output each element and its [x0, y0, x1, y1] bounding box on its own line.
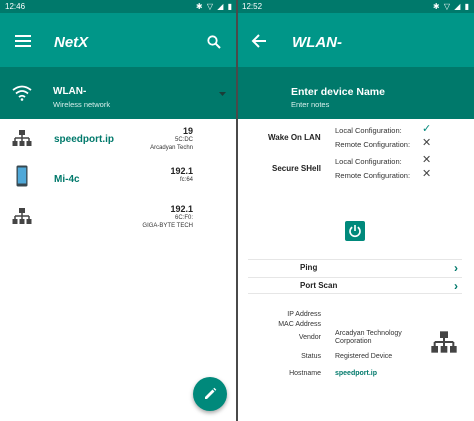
smartphone-icon — [15, 164, 29, 188]
device-name: speedport.ip — [54, 134, 115, 145]
network-type: Wireless network — [53, 100, 111, 109]
ping-row[interactable]: Ping › — [248, 259, 462, 276]
close-icon[interactable]: ✕ — [422, 167, 431, 180]
device-info: 192.1 6C:F0: GIGA-BYTE TECH — [142, 204, 193, 230]
hostname-label: Hostname — [289, 370, 321, 377]
ping-label: Ping — [300, 263, 318, 272]
app-title: NetX — [54, 34, 89, 51]
close-icon[interactable]: ✕ — [422, 136, 431, 149]
device-vendor: Arcadyan Techn — [150, 145, 193, 151]
dropdown-arrow-icon[interactable] — [217, 90, 227, 98]
port-scan-row[interactable]: Port Scan › — [248, 277, 462, 294]
notes-input[interactable]: Enter notes — [291, 100, 329, 109]
device-mac: 5C:DC — [174, 137, 193, 143]
device-list: speedport.ip 19 5C:DC Arcadyan Techn Mi-… — [0, 119, 237, 421]
pencil-icon — [203, 387, 217, 401]
local-config-label: Local Configuration: — [335, 126, 402, 135]
app-toolbar: NetX — [0, 13, 237, 67]
wifi-icon — [12, 84, 32, 102]
chevron-right-icon: › — [454, 261, 458, 275]
device-ip: 19 — [182, 126, 193, 136]
vendor-value: Arcadyan Technology Corporation — [335, 330, 402, 345]
device-row-3[interactable]: 192.1 6C:F0: GIGA-BYTE TECH — [0, 199, 237, 235]
back-arrow-icon[interactable] — [250, 33, 268, 49]
status-label: Status — [301, 353, 321, 360]
remote-config-label: Remote Configuration: — [335, 171, 411, 180]
network-hub-icon — [11, 205, 33, 227]
device-row-2[interactable]: Mi-4c 192.1 fc:64 — [0, 161, 237, 197]
close-icon[interactable]: ✕ — [422, 153, 431, 166]
menu-icon[interactable] — [14, 33, 32, 49]
status-icons: ✱ ▽ ◢ ▮ — [432, 2, 470, 11]
feature-label-ssh: Secure SHell — [272, 164, 321, 173]
detail-toolbar: WLAN- — [237, 13, 474, 67]
device-name: Mi-4c — [54, 174, 80, 185]
device-info: 19 5C:DC Arcadyan Techn — [150, 126, 193, 152]
status-bar-left: 12:46 ✱ ▽ ◢ ▮ — [0, 0, 237, 13]
device-info: 192.1 fc:64 — [170, 166, 193, 184]
status-icons: ✱ ▽ ◢ ▮ — [195, 2, 233, 11]
power-icon — [348, 224, 362, 238]
network-hub-icon — [11, 127, 33, 149]
device-mac: 6C:F0: — [174, 215, 193, 221]
device-name-header: Enter device Name Enter notes — [237, 67, 474, 119]
screen-title: WLAN- — [292, 34, 342, 51]
device-mac: fc:64 — [179, 177, 193, 183]
mac-address-label: MAC Address — [278, 321, 321, 328]
device-name-input[interactable]: Enter device Name — [291, 86, 385, 98]
chevron-right-icon: › — [454, 279, 458, 293]
remote-config-label: Remote Configuration: — [335, 140, 411, 149]
hostname-value: speedport.ip — [335, 370, 378, 377]
port-scan-label: Port Scan — [300, 281, 338, 290]
screen-divider — [236, 0, 238, 421]
ip-address-label: IP Address — [287, 311, 321, 318]
check-icon[interactable]: ✓ — [422, 122, 431, 135]
device-ip: 192.1 — [170, 204, 193, 214]
power-button[interactable] — [345, 221, 365, 241]
device-row-1[interactable]: speedport.ip 19 5C:DC Arcadyan Techn — [0, 121, 237, 157]
device-ip: 192.1 — [170, 166, 193, 176]
local-config-label: Local Configuration: — [335, 157, 402, 166]
edit-fab-button[interactable] — [193, 377, 227, 411]
status-time: 12:46 — [5, 2, 26, 11]
status-time: 12:52 — [242, 2, 263, 11]
device-vendor: GIGA-BYTE TECH — [142, 223, 193, 229]
status-value: Registered Device — [335, 353, 393, 360]
feature-label-wake-on-lan: Wake On LAN — [268, 133, 321, 142]
network-name: WLAN- — [53, 86, 87, 97]
search-icon[interactable] — [205, 33, 223, 51]
network-hub-icon — [429, 329, 459, 355]
status-bar-right: 12:52 ✱ ▽ ◢ ▮ — [237, 0, 474, 13]
network-header[interactable]: WLAN- Wireless network — [0, 67, 237, 119]
vendor-label: Vendor — [298, 334, 321, 341]
